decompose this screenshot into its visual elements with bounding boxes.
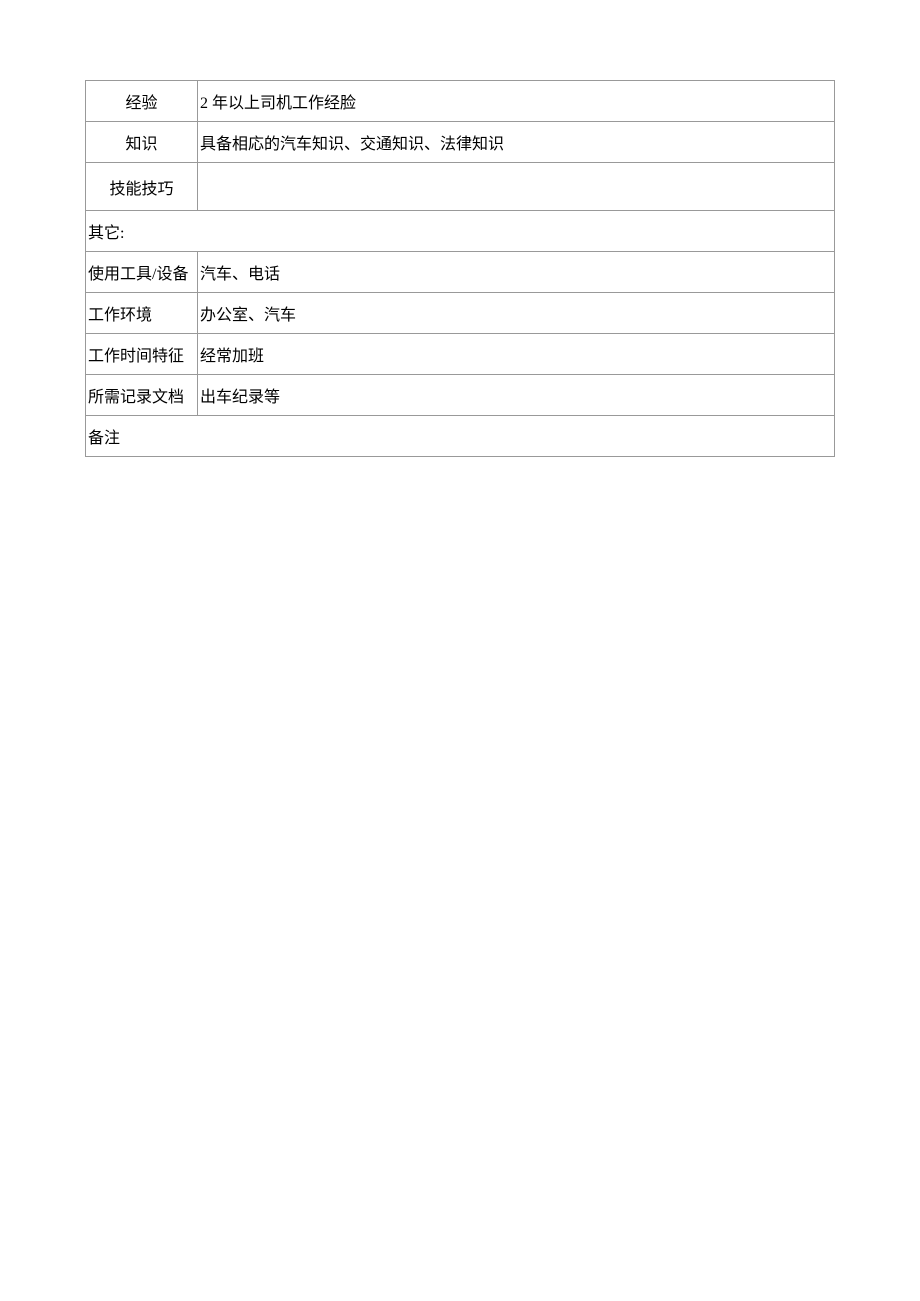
value-experience: 2 年以上司机工作经脸 <box>198 81 835 122</box>
value-skills <box>198 163 835 211</box>
table-row: 工作环境 办公室、汽车 <box>86 293 835 334</box>
value-tools: 汽车、电话 <box>198 252 835 293</box>
table-row: 经验 2 年以上司机工作经脸 <box>86 81 835 122</box>
job-requirement-table: 经验 2 年以上司机工作经脸 知识 具备相応的汽车知识、交通知识、法律知识 技能… <box>85 80 835 457</box>
value-time-features: 经常加班 <box>198 334 835 375</box>
table-row: 技能技巧 <box>86 163 835 211</box>
label-other: 其它: <box>86 211 835 252</box>
label-records: 所需记录文档 <box>86 375 198 416</box>
table-row: 使用工具/设备 汽车、电话 <box>86 252 835 293</box>
label-skills: 技能技巧 <box>86 163 198 211</box>
table-row: 备注 <box>86 416 835 457</box>
table-row: 所需记录文档 出车纪录等 <box>86 375 835 416</box>
label-knowledge: 知识 <box>86 122 198 163</box>
table-row: 其它: <box>86 211 835 252</box>
label-experience: 经验 <box>86 81 198 122</box>
table-row: 知识 具备相応的汽车知识、交通知识、法律知识 <box>86 122 835 163</box>
value-records: 出车纪录等 <box>198 375 835 416</box>
value-knowledge: 具备相応的汽车知识、交通知识、法律知识 <box>198 122 835 163</box>
label-tools: 使用工具/设备 <box>86 252 198 293</box>
label-environment: 工作环境 <box>86 293 198 334</box>
label-time-features: 工作时间特征 <box>86 334 198 375</box>
label-remarks: 备注 <box>86 416 835 457</box>
value-environment: 办公室、汽车 <box>198 293 835 334</box>
table-row: 工作时间特征 经常加班 <box>86 334 835 375</box>
